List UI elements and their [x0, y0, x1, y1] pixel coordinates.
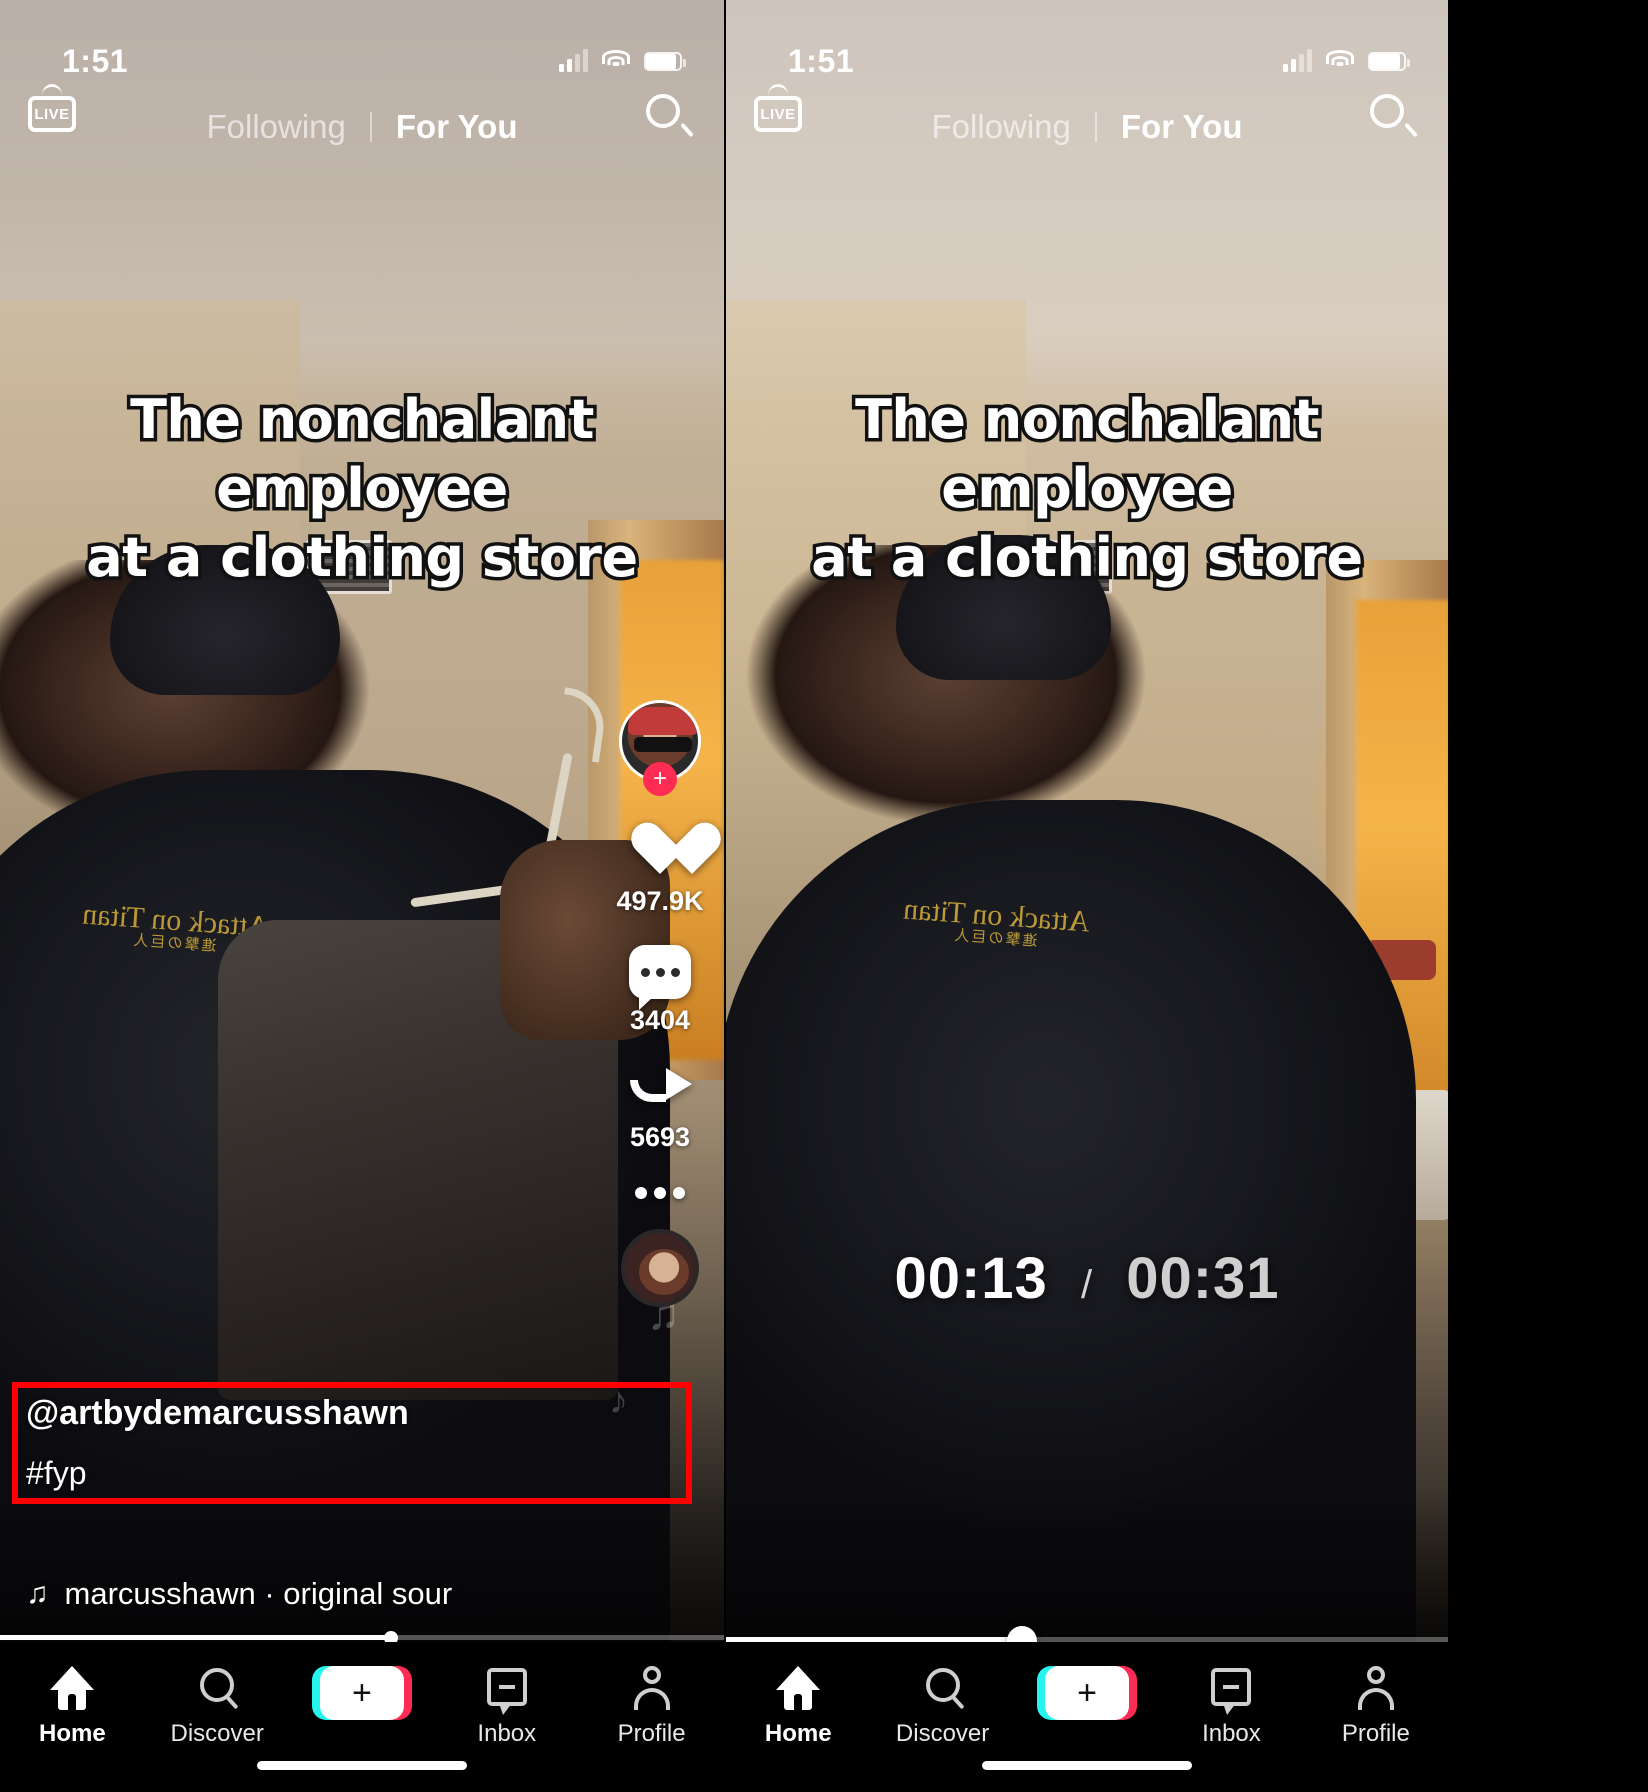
tab-for-you[interactable]: For You: [1121, 108, 1243, 146]
nav-label-home: Home: [764, 1720, 832, 1747]
phone-screen-left: Attack on Titan 進撃の巨人 1:51 LIVE Followin…: [0, 0, 724, 1792]
comment-button[interactable]: 3404: [629, 945, 691, 1036]
tab-following[interactable]: Following: [931, 108, 1070, 146]
nav-item-home[interactable]: Home: [726, 1666, 870, 1748]
top-navigation: LIVE Following For You: [0, 84, 724, 162]
music-note-icon: ♫: [26, 1577, 49, 1610]
nav-label-discover: Discover: [895, 1720, 990, 1747]
hashtag[interactable]: #fyp: [26, 1455, 409, 1492]
heart-icon: [629, 824, 691, 880]
like-button[interactable]: 497.9K: [616, 824, 703, 917]
nav-item-discover[interactable]: Discover: [870, 1666, 1014, 1748]
feed-tabs: Following For You: [931, 108, 1242, 146]
status-bar-icons: [559, 49, 686, 72]
wifi-icon: [602, 50, 630, 72]
create-plus-icon[interactable]: +: [311, 1666, 412, 1720]
battery-icon: [1368, 51, 1410, 71]
nav-item-create[interactable]: +: [1015, 1666, 1159, 1720]
time-separator: /: [1080, 1263, 1094, 1307]
nav-label-discover: Discover: [170, 1720, 264, 1747]
live-label: LIVE: [34, 105, 70, 123]
video-caption-overlay: The nonchalant employee at a clothing st…: [0, 384, 724, 593]
nav-item-inbox[interactable]: Inbox: [434, 1666, 579, 1748]
share-button[interactable]: 5693: [628, 1064, 692, 1153]
current-time: 00:13: [894, 1246, 1048, 1311]
feed-tabs: Following For You: [206, 108, 517, 146]
video-progress-bar[interactable]: [0, 1630, 724, 1645]
video-background-right[interactable]: Attack on Titan 進撃の巨人: [726, 0, 1448, 1792]
scrub-timestamp: 00:13 / 00:31: [726, 1245, 1448, 1312]
nav-item-inbox[interactable]: Inbox: [1159, 1666, 1303, 1748]
create-plus-icon[interactable]: +: [1037, 1666, 1138, 1720]
search-icon: [920, 1666, 966, 1710]
comment-bubble-icon: [629, 945, 691, 1010]
action-rail: + 497.9K 3404 5693: [614, 700, 706, 1307]
follow-button[interactable]: +: [643, 762, 677, 796]
cellular-signal-icon: [559, 49, 588, 72]
tab-following[interactable]: Following: [206, 108, 345, 146]
search-icon[interactable]: [1370, 94, 1418, 140]
nav-label-profile: Profile: [1341, 1720, 1410, 1747]
live-label: LIVE: [760, 105, 796, 123]
battery-icon: [644, 51, 686, 71]
live-icon[interactable]: LIVE: [28, 84, 76, 134]
home-icon: [48, 1666, 96, 1710]
home-indicator: [257, 1761, 467, 1770]
nav-label-inbox: Inbox: [1202, 1720, 1261, 1747]
home-icon: [774, 1666, 822, 1710]
total-time: 00:31: [1126, 1246, 1280, 1311]
tab-separator: [1094, 112, 1097, 142]
nav-item-discover[interactable]: Discover: [145, 1666, 290, 1748]
music-note-decoration-2: ♪: [609, 1380, 628, 1422]
sound-disc-icon[interactable]: [621, 1229, 699, 1307]
wifi-icon: [1326, 50, 1354, 72]
search-icon: [194, 1666, 240, 1710]
nav-label-profile: Profile: [617, 1720, 686, 1747]
nav-item-profile[interactable]: Profile: [1304, 1666, 1448, 1748]
inbox-icon: [1208, 1666, 1254, 1715]
video-meta: @artbydemarcusshawn #fyp: [26, 1394, 409, 1492]
avatar[interactable]: +: [619, 700, 701, 796]
video-caption-overlay: The nonchalant employee at a clothing st…: [726, 384, 1448, 593]
live-icon[interactable]: LIVE: [754, 84, 802, 134]
share-arrow-icon: [628, 1064, 692, 1116]
phone-screen-right: Attack on Titan 進撃の巨人 1:51 LIVE Followin…: [724, 0, 1448, 1792]
nav-label-inbox: Inbox: [477, 1720, 537, 1747]
more-horizontal-icon[interactable]: [635, 1187, 685, 1199]
person-icon: [629, 1666, 675, 1710]
music-title: marcusshawn · original sour: [64, 1576, 453, 1611]
tab-separator: [369, 112, 372, 142]
caption-line-1: The nonchalant employee: [852, 384, 1323, 523]
cellular-signal-icon: [1283, 49, 1312, 72]
status-bar-icons: [1283, 49, 1410, 72]
tab-for-you[interactable]: For You: [396, 108, 518, 146]
caption-line-1: The nonchalant employee: [127, 384, 598, 523]
nav-item-home[interactable]: Home: [0, 1666, 145, 1748]
person-icon: [1353, 1666, 1399, 1710]
creator-handle[interactable]: @artbydemarcusshawn: [26, 1394, 409, 1433]
caption-line-2: at a clothing store: [83, 523, 642, 593]
inbox-icon: [484, 1666, 530, 1715]
like-count: 497.9K: [616, 886, 704, 916]
search-icon[interactable]: [646, 94, 694, 140]
share-count: 5693: [629, 1122, 691, 1152]
status-bar-time: 1:51: [788, 42, 855, 79]
nav-label-home: Home: [39, 1720, 106, 1747]
status-bar: 1:51: [0, 0, 724, 92]
nav-item-create[interactable]: +: [290, 1666, 435, 1720]
caption-line-2: at a clothing store: [808, 523, 1367, 593]
dual-phone-screenshot: Attack on Titan 進撃の巨人 1:51 LIVE Followin…: [0, 0, 1648, 1792]
nav-item-profile[interactable]: Profile: [579, 1666, 724, 1748]
status-bar-time: 1:51: [62, 42, 129, 79]
top-navigation: LIVE Following For You: [726, 84, 1448, 162]
status-bar: 1:51: [726, 0, 1448, 92]
music-ticker[interactable]: ♫ marcusshawn · original sour: [26, 1576, 452, 1612]
home-indicator: [982, 1761, 1192, 1770]
